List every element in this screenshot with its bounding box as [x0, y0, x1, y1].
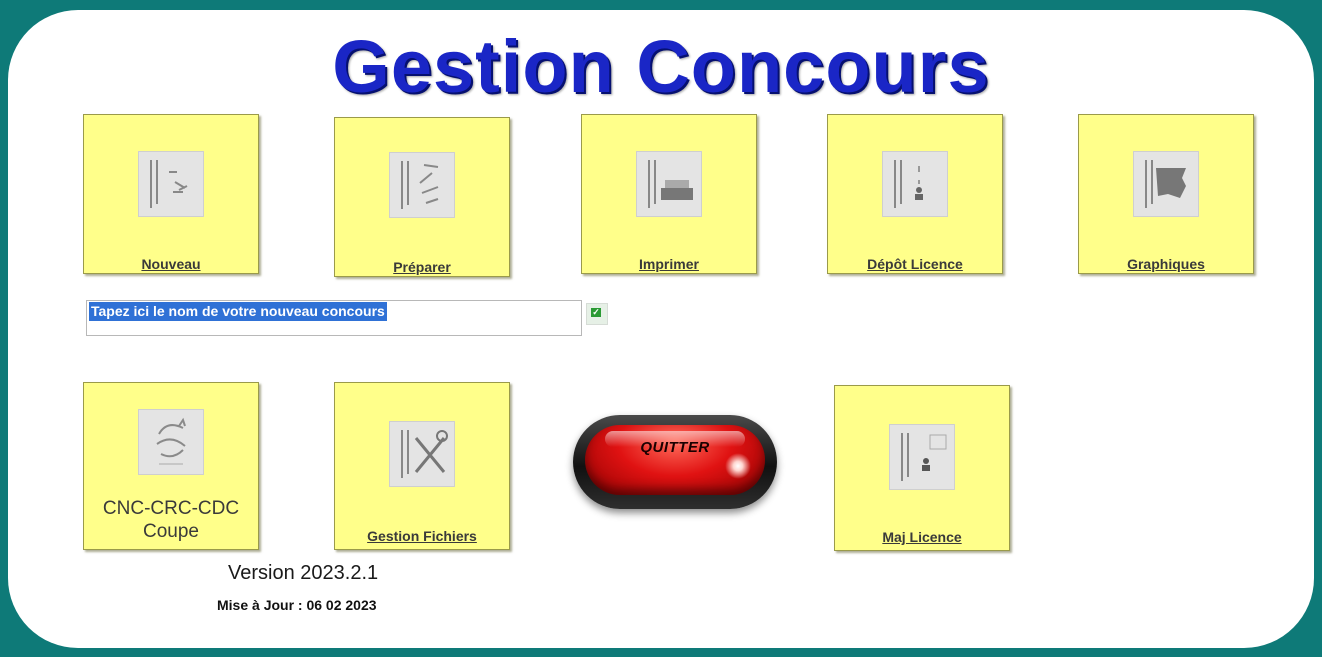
cnc-crc-cdc-coupe-button[interactable]: CNC-CRC-CDC Coupe: [83, 382, 259, 550]
check-icon: ✓: [591, 307, 601, 317]
cnc-label-line1: CNC-CRC-CDC: [102, 498, 240, 519]
license-upload-icon: [882, 151, 948, 217]
gestion-fichiers-label: Gestion Fichiers: [367, 528, 477, 544]
new-competition-icon: [138, 151, 204, 217]
quit-button[interactable]: QUITTER: [573, 415, 777, 509]
quit-glare: [725, 453, 751, 479]
app-title: Gestion Concours: [332, 25, 990, 108]
cnc-label-line2: Coupe: [143, 521, 199, 542]
prepare-icon: [389, 152, 455, 218]
printer-icon: [636, 151, 702, 217]
graphiques-label: Graphiques: [1127, 256, 1205, 272]
update-date-text: Mise à Jour : 06 02 2023: [217, 597, 377, 613]
preparer-button[interactable]: Préparer: [334, 117, 510, 277]
rooster-icon: [138, 409, 204, 475]
preparer-label: Préparer: [393, 259, 451, 275]
quit-label: QUITTER: [640, 439, 710, 456]
main-panel: Gestion Concours Nouveau Préparer Imprim…: [8, 10, 1314, 648]
graphiques-button[interactable]: Graphiques: [1078, 114, 1254, 274]
license-update-icon: [889, 424, 955, 490]
nouveau-button[interactable]: Nouveau: [83, 114, 259, 274]
competition-name-value: Tapez ici le nom de votre nouveau concou…: [89, 302, 387, 321]
gestion-fichiers-button[interactable]: Gestion Fichiers: [334, 382, 510, 550]
version-text: Version 2023.2.1: [228, 562, 379, 584]
depot-licence-button[interactable]: Dépôt Licence: [827, 114, 1003, 274]
depot-licence-label: Dépôt Licence: [867, 256, 963, 272]
charts-icon: [1133, 151, 1199, 217]
quit-button-face: QUITTER: [585, 425, 765, 495]
imprimer-button[interactable]: Imprimer: [581, 114, 757, 274]
nouveau-label: Nouveau: [141, 256, 201, 272]
maj-licence-button[interactable]: Maj Licence: [834, 385, 1010, 551]
competition-name-input[interactable]: Tapez ici le nom de votre nouveau concou…: [86, 300, 582, 336]
maj-licence-label: Maj Licence: [882, 529, 962, 545]
tools-icon: [389, 421, 455, 487]
validate-name-button[interactable]: ✓: [586, 303, 608, 325]
imprimer-label: Imprimer: [639, 256, 699, 272]
